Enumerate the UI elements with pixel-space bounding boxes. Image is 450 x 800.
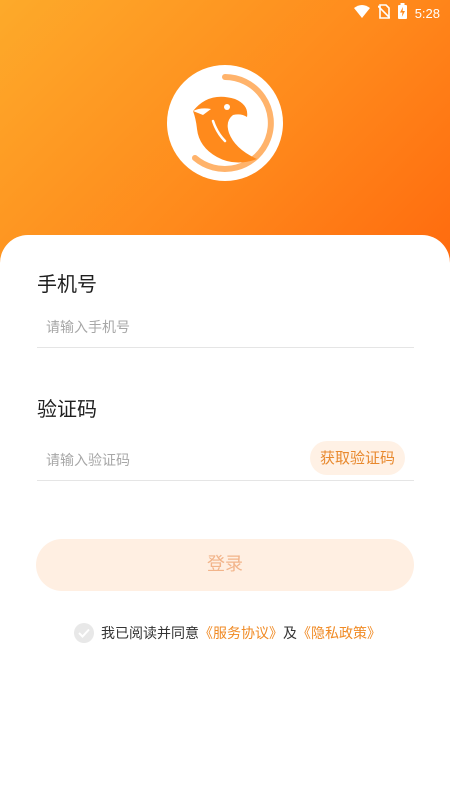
status-bar: 5:28 [353,3,440,23]
no-sim-icon [377,3,391,23]
agreement-row: 我已阅读并同意 《服务协议》 及 《隐私政策》 [74,622,381,644]
login-button[interactable]: 登录 [36,539,414,591]
agreement-prefix: 我已阅读并同意 [101,626,199,642]
wifi-icon [353,4,370,23]
checkmark-icon [78,628,90,638]
code-label: 验证码 [37,397,97,421]
agree-checkbox[interactable] [74,623,94,643]
battery-charging-icon [397,3,407,23]
phone-label: 手机号 [37,272,97,296]
header-background: 5:28 [0,0,450,270]
phone-input[interactable] [37,308,414,348]
status-time: 5:28 [414,5,440,21]
eagle-logo-icon [165,63,285,183]
service-agreement-link[interactable]: 《服务协议》 [199,623,283,643]
privacy-policy-link[interactable]: 《隐私政策》 [297,623,381,643]
agreement-and: 及 [283,626,297,642]
get-code-button[interactable]: 获取验证码 [309,441,405,475]
